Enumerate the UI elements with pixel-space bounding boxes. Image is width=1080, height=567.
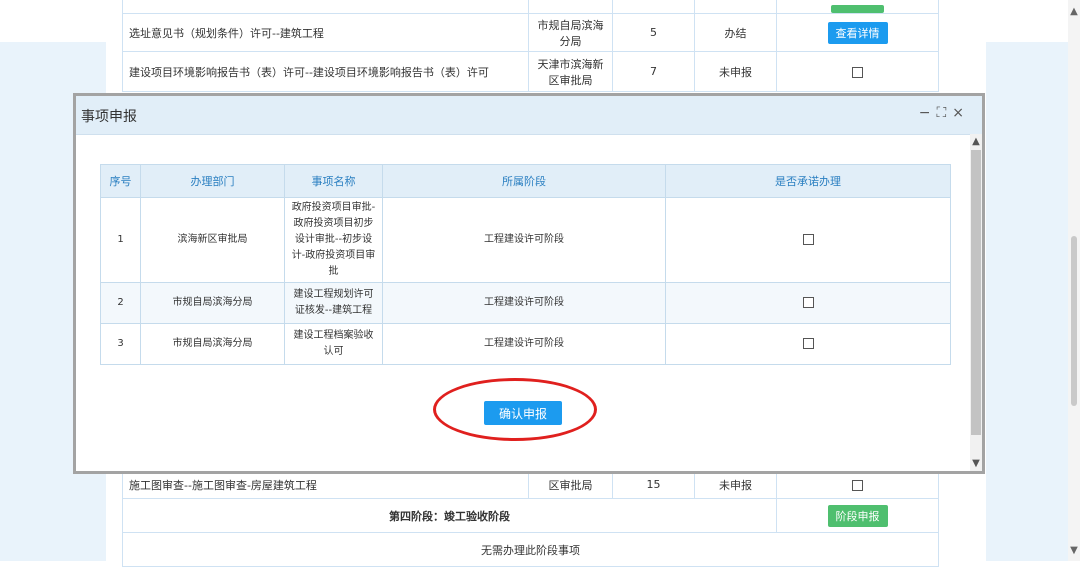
scroll-up-icon[interactable]: ▲ [970, 136, 982, 147]
item-dept: 天津市滨海新区审批局 [528, 51, 613, 92]
table-row: 3 市规自局滨海分局 建设工程档案验收认可 工程建设许可阶段 [100, 323, 951, 365]
stage-apply-button-top[interactable] [830, 5, 885, 13]
row-name: 建设工程规划许可证核发--建筑工程 [284, 282, 383, 324]
table-row: 建设项目环境影响报告书（表）许可--建设项目环境影响报告书（表）许可 天津市滨海… [122, 51, 939, 92]
table-row [122, 0, 939, 14]
background-table-bottom: 施工图审查--施工图审查-房屋建筑工程 区审批局 15 未申报 第四阶段：竣工验… [122, 470, 939, 567]
promise-checkbox[interactable] [802, 296, 814, 308]
row-stage: 工程建设许可阶段 [382, 197, 666, 283]
item-status: 办结 [694, 13, 777, 52]
row-stage: 工程建设许可阶段 [382, 323, 666, 365]
apply-modal: 事项申报 −⛶× 序号 办理部门 事项名称 所属阶段 是否承诺办理 1 滨海新区… [73, 93, 985, 474]
modal-header: 事项申报 −⛶× [76, 96, 982, 135]
modal-title: 事项申报 [81, 109, 137, 125]
row-index: 1 [100, 197, 141, 283]
modal-scrollbar-thumb[interactable] [971, 150, 981, 435]
row-dept: 滨海新区审批局 [140, 197, 285, 283]
item-dept: 区审批局 [528, 470, 613, 499]
header-dept: 办理部门 [140, 164, 285, 198]
scroll-up-icon[interactable]: ▲ [1068, 6, 1080, 17]
maximize-icon[interactable]: ⛶ [936, 105, 952, 121]
table-row: 选址意见书（规划条件）许可--建筑工程 市规自局滨海分局 5 办结 查看详情 [122, 13, 939, 52]
table-row: 施工图审查--施工图审查-房屋建筑工程 区审批局 15 未申报 [122, 470, 939, 499]
background-table-top: 选址意见书（规划条件）许可--建筑工程 市规自局滨海分局 5 办结 查看详情 建… [122, 0, 939, 92]
close-icon[interactable]: × [952, 105, 970, 121]
table-row: 2 市规自局滨海分局 建设工程规划许可证核发--建筑工程 工程建设许可阶段 [100, 282, 951, 324]
promise-checkbox[interactable] [802, 337, 814, 349]
row-name: 建设工程档案验收认可 [284, 323, 383, 365]
scroll-down-icon[interactable]: ▼ [1068, 545, 1080, 556]
item-name: 建设项目环境影响报告书（表）许可--建设项目环境影响报告书（表）许可 [122, 51, 529, 92]
page-scrollbar[interactable]: ▲ ▼ [1068, 0, 1080, 561]
item-name: 施工图审查--施工图审查-房屋建筑工程 [122, 470, 529, 499]
empty-row: 无需办理此阶段事项 [122, 532, 939, 567]
confirm-apply-button[interactable]: 确认申报 [484, 401, 562, 425]
row-name: 政府投资项目审批-政府投资项目初步设计审批--初步设计-政府投资项目审批 [284, 197, 383, 283]
stage-apply-button[interactable]: 阶段申报 [827, 504, 888, 527]
header-stage: 所属阶段 [382, 164, 666, 198]
row-stage: 工程建设许可阶段 [382, 282, 666, 324]
row-dept: 市规自局滨海分局 [140, 282, 285, 324]
item-dept: 市规自局滨海分局 [528, 13, 613, 52]
header-index: 序号 [100, 164, 141, 198]
stage-label: 第四阶段：竣工验收阶段 [122, 498, 777, 533]
row-index: 3 [100, 323, 141, 365]
item-days: 15 [612, 470, 695, 499]
item-days: 7 [612, 51, 695, 92]
table-row: 1 滨海新区审批局 政府投资项目审批-政府投资项目初步设计审批--初步设计-政府… [100, 197, 951, 283]
item-name: 选址意见书（规划条件）许可--建筑工程 [122, 13, 529, 52]
promise-checkbox[interactable] [802, 233, 814, 245]
item-status: 未申报 [694, 470, 777, 499]
apply-items-table: 序号 办理部门 事项名称 所属阶段 是否承诺办理 1 滨海新区审批局 政府投资项… [100, 164, 951, 365]
row-dept: 市规自局滨海分局 [140, 323, 285, 365]
minimize-icon[interactable]: − [919, 105, 937, 121]
scroll-down-icon[interactable]: ▼ [970, 458, 982, 469]
item-days: 5 [612, 13, 695, 52]
header-name: 事项名称 [284, 164, 383, 198]
table-header: 序号 办理部门 事项名称 所属阶段 是否承诺办理 [100, 164, 951, 198]
item-checkbox[interactable] [852, 66, 863, 78]
item-checkbox[interactable] [852, 479, 863, 491]
page-scrollbar-thumb[interactable] [1071, 236, 1077, 406]
header-promise: 是否承诺办理 [665, 164, 951, 198]
view-details-button[interactable]: 查看详情 [827, 21, 888, 44]
modal-scrollbar[interactable]: ▲ ▼ [970, 134, 982, 471]
page-side-right [986, 42, 1068, 561]
empty-stage-text: 无需办理此阶段事项 [122, 532, 939, 567]
modal-controls: −⛶× [919, 105, 970, 121]
row-index: 2 [100, 282, 141, 324]
stage-row: 第四阶段：竣工验收阶段 阶段申报 [122, 498, 939, 533]
item-status: 未申报 [694, 51, 777, 92]
